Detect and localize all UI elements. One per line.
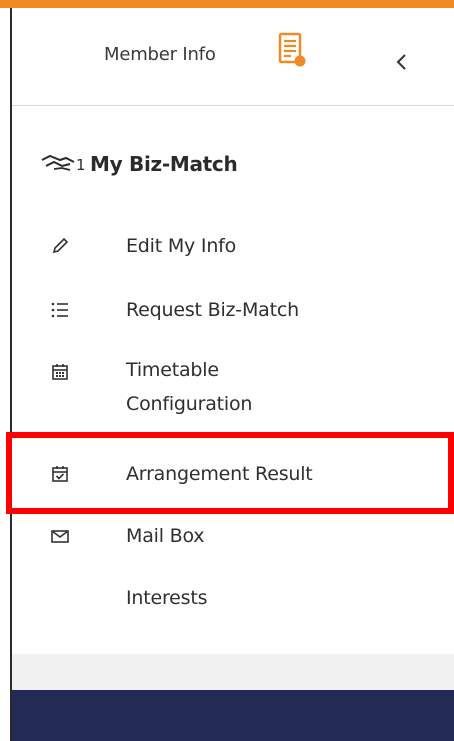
my-biz-match-heading: 1 My Biz-Match: [40, 146, 238, 182]
member-info-title: Member Info: [104, 44, 216, 65]
calendar-icon: [50, 362, 70, 382]
top-accent-bar: [0, 0, 454, 8]
member-panel: Member Info 1 My Biz-Match Edit My Info …: [12, 8, 454, 654]
svg-text:1: 1: [76, 156, 86, 174]
member-doc-icon: [278, 32, 308, 68]
list-icon: [50, 300, 70, 320]
menu-label-line2: Configuration: [126, 393, 253, 415]
pencil-icon: [50, 236, 70, 256]
menu-item-request-biz-match[interactable]: Request Biz-Match: [12, 290, 454, 330]
bottom-navigation-bar: [12, 690, 454, 741]
menu-item-arrangement-result[interactable]: Arrangement Result: [12, 454, 454, 494]
menu-label: Interests: [126, 587, 208, 609]
menu-item-edit-my-info[interactable]: Edit My Info: [12, 226, 454, 266]
menu-label-line1: Timetable: [126, 359, 219, 381]
sidebar-frame: Member Info 1 My Biz-Match Edit My Info …: [0, 0, 454, 741]
chevron-left-icon: [395, 52, 409, 76]
menu-label: Arrangement Result: [126, 463, 313, 485]
collapse-sidebar-button[interactable]: [390, 52, 414, 76]
panel-footer: [12, 654, 454, 690]
menu-item-timetable-configuration[interactable]: Timetable Configuration: [12, 350, 454, 430]
menu-item-interests[interactable]: Interests: [12, 578, 454, 618]
handshake-icon: 1: [40, 150, 88, 178]
panel-header: Member Info: [12, 8, 454, 106]
menu-label: Edit My Info: [126, 235, 237, 257]
calendar-check-icon: [50, 464, 70, 484]
menu-label: Request Biz-Match: [126, 299, 299, 321]
section-title: My Biz-Match: [90, 152, 238, 176]
menu-item-mail-box[interactable]: Mail Box: [12, 516, 454, 556]
menu-label: Mail Box: [126, 525, 205, 547]
left-margin: [0, 8, 10, 741]
envelope-icon: [50, 526, 70, 546]
